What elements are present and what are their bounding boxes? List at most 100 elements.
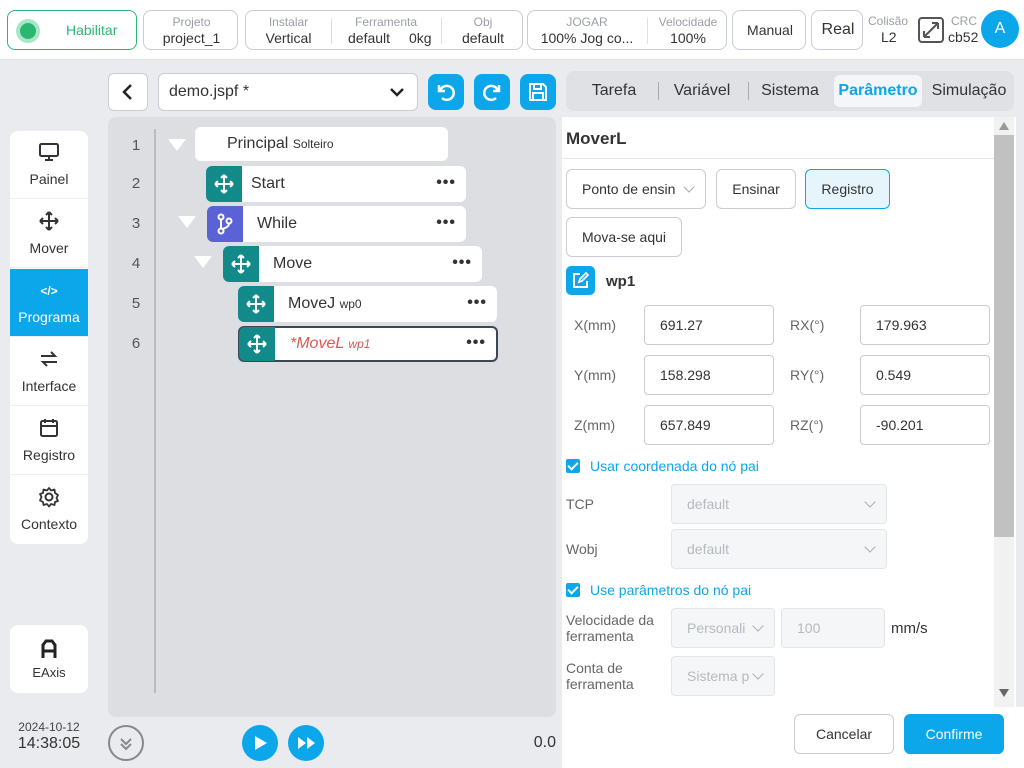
tab-sistema[interactable]: Sistema bbox=[752, 71, 828, 111]
node-label: MoveJ wp0 bbox=[288, 295, 362, 313]
panel-title: MoverL bbox=[566, 129, 627, 148]
eaxis-button[interactable]: EAxis bbox=[10, 625, 88, 693]
install-value: Vertical bbox=[265, 30, 312, 46]
use-parent-params-checkbox[interactable] bbox=[566, 583, 580, 597]
chevron-down-icon bbox=[864, 496, 876, 508]
play-label: JOGAR bbox=[566, 15, 608, 29]
play-button[interactable] bbox=[242, 725, 278, 761]
wobj-value: default bbox=[687, 541, 730, 557]
collapse-triangle-icon[interactable] bbox=[194, 256, 212, 268]
sidebar-item-painel[interactable]: Painel bbox=[10, 131, 88, 199]
rx-label: RX(°) bbox=[790, 317, 825, 333]
more-icon[interactable]: ••• bbox=[436, 214, 456, 232]
tcp-select[interactable]: default bbox=[671, 484, 887, 524]
register-button[interactable]: Registro bbox=[805, 169, 890, 209]
sidebar-item-label: Contexto bbox=[20, 516, 78, 532]
x-input[interactable]: 691.27 bbox=[644, 305, 774, 345]
more-icon[interactable]: ••• bbox=[466, 334, 486, 352]
more-icon[interactable]: ••• bbox=[452, 254, 472, 272]
ry-input[interactable]: 0.549 bbox=[860, 355, 990, 395]
install-tool-obj-panel[interactable]: Instalar Vertical Ferramenta default 0kg… bbox=[245, 10, 523, 50]
cancel-button[interactable]: Cancelar bbox=[794, 714, 894, 754]
rx-input[interactable]: 179.963 bbox=[860, 305, 990, 345]
sidebar-item-programa[interactable]: </> Programa bbox=[10, 269, 88, 337]
back-button[interactable] bbox=[108, 73, 148, 111]
teach-point-value: Ponto de ensin bbox=[582, 181, 676, 197]
save-button[interactable] bbox=[520, 74, 556, 110]
use-parent-coord-checkbox[interactable] bbox=[566, 459, 580, 473]
tree-node-movej[interactable]: MoveJ wp0 ••• bbox=[238, 286, 497, 322]
tab-parametro[interactable]: Parâmetro bbox=[834, 75, 922, 107]
tool-count-select[interactable]: Sistema p bbox=[671, 656, 775, 696]
jog-speed-panel[interactable]: JOGAR 100% Jog co... Velocidade 100% bbox=[527, 10, 727, 50]
project-value: project_1 bbox=[162, 30, 221, 46]
tab-variavel[interactable]: Variável bbox=[662, 71, 742, 111]
redo-button[interactable] bbox=[474, 74, 510, 110]
scrollbar-thumb[interactable] bbox=[994, 135, 1014, 537]
more-icon[interactable]: ••• bbox=[436, 174, 456, 192]
tree-node-while[interactable]: While ••• bbox=[207, 206, 466, 242]
more-icon[interactable]: ••• bbox=[467, 294, 487, 312]
expand-down-button[interactable] bbox=[108, 725, 144, 761]
project-selector[interactable]: Projeto project_1 bbox=[143, 10, 238, 50]
sidebar-item-registro[interactable]: Registro bbox=[10, 407, 88, 475]
y-input[interactable]: 158.298 bbox=[644, 355, 774, 395]
scroll-up-icon[interactable] bbox=[999, 122, 1009, 130]
real-mode-button[interactable]: Real bbox=[811, 10, 863, 50]
sidebar-item-mover[interactable]: Mover bbox=[10, 200, 88, 268]
tree-node-move[interactable]: Move ••• bbox=[223, 246, 482, 282]
expand-icon[interactable] bbox=[917, 16, 945, 44]
tab-tarefa[interactable]: Tarefa bbox=[576, 71, 652, 111]
tree-node-start[interactable]: Start ••• bbox=[206, 166, 466, 202]
undo-button[interactable] bbox=[428, 74, 464, 110]
wobj-select[interactable]: default bbox=[671, 529, 887, 569]
gear-icon bbox=[10, 486, 88, 511]
node-subtitle: wp0 bbox=[339, 297, 362, 311]
move-here-button[interactable]: Mova-se aqui bbox=[566, 217, 682, 257]
enable-label: Habilitar bbox=[66, 22, 118, 38]
tool-count-select-value: Sistema p bbox=[687, 668, 750, 684]
play-value: 100% Jog co... bbox=[540, 30, 634, 46]
fast-forward-icon bbox=[297, 736, 317, 753]
edit-waypoint-button[interactable] bbox=[566, 266, 595, 295]
manual-mode-button[interactable]: Manual bbox=[732, 10, 806, 50]
tree-guide-line bbox=[154, 129, 156, 693]
divider bbox=[658, 82, 659, 100]
teach-point-select[interactable]: Ponto de ensin bbox=[566, 169, 706, 209]
scrollbar[interactable] bbox=[994, 117, 1014, 707]
line-number: 4 bbox=[131, 255, 141, 272]
collapse-triangle-icon[interactable] bbox=[178, 216, 196, 228]
sidebar-item-contexto[interactable]: Contexto bbox=[10, 476, 88, 544]
obj-value: default bbox=[461, 30, 505, 46]
chevron-down-icon bbox=[864, 541, 876, 553]
sidebar-item-interface[interactable]: Interface bbox=[10, 338, 88, 406]
tab-simulacao[interactable]: Simulação bbox=[926, 71, 1012, 111]
sidebar-item-label: Painel bbox=[29, 171, 69, 187]
scroll-down-icon[interactable] bbox=[999, 689, 1009, 697]
file-select[interactable]: demo.jspf * bbox=[158, 73, 418, 111]
line-number: 6 bbox=[131, 335, 141, 352]
collapse-triangle-icon[interactable] bbox=[168, 139, 186, 151]
enable-button[interactable]: Habilitar bbox=[7, 10, 137, 50]
time-label: 14:38:05 bbox=[17, 735, 81, 752]
teach-button[interactable]: Ensinar bbox=[716, 169, 796, 209]
node-subtitle: wp1 bbox=[348, 337, 371, 351]
tool-speed-input[interactable]: 100 bbox=[781, 608, 885, 648]
tree-node-principal[interactable]: Principal Solteiro bbox=[195, 127, 448, 161]
z-input[interactable]: 657.849 bbox=[644, 405, 774, 445]
calendar-icon bbox=[10, 417, 88, 442]
confirm-button[interactable]: Confirme bbox=[904, 714, 1004, 754]
node-title: MoveJ bbox=[288, 295, 336, 312]
monitor-icon bbox=[10, 141, 88, 166]
x-label: X(mm) bbox=[574, 317, 616, 333]
rz-input[interactable]: -90.201 bbox=[860, 405, 990, 445]
tool-weight: 0kg bbox=[409, 30, 432, 46]
tree-node-movel-selected[interactable]: *MoveL wp1 ••• bbox=[238, 326, 498, 362]
tool-speed-select[interactable]: Personali bbox=[671, 608, 775, 648]
step-forward-button[interactable] bbox=[288, 725, 324, 761]
avatar[interactable]: A bbox=[981, 10, 1019, 48]
node-subtitle: Solteiro bbox=[292, 137, 334, 151]
line-number: 1 bbox=[131, 137, 141, 154]
progress-value: 0.0 bbox=[533, 734, 556, 751]
play-icon bbox=[254, 735, 268, 754]
